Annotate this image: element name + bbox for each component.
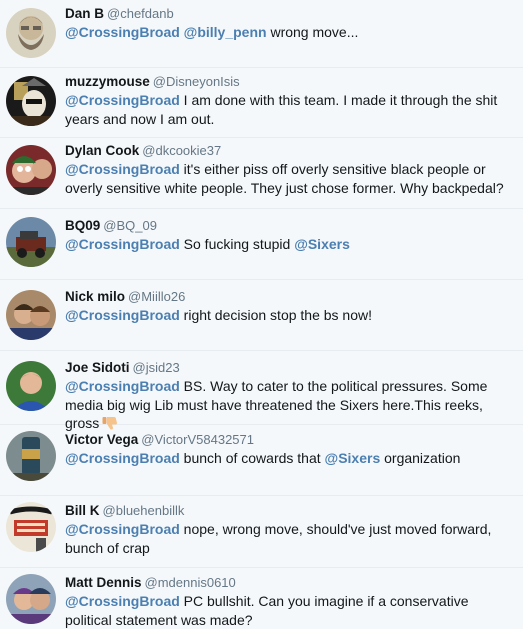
reply-body: wrong move... bbox=[266, 24, 359, 40]
mention-link[interactable]: @Sixers bbox=[294, 236, 350, 252]
reply-item[interactable]: BQ09 @BQ_09 @CrossingBroad So fucking stu… bbox=[0, 209, 523, 280]
author-handle[interactable]: @mdennis0610 bbox=[145, 575, 236, 590]
reply-text: @CrossingBroad I am done with this team.… bbox=[65, 91, 513, 128]
masked-figure-avatar[interactable] bbox=[6, 76, 56, 126]
reply-item[interactable]: muzzymouse @DisneyonIsis @CrossingBroad I… bbox=[0, 68, 523, 138]
author-name[interactable]: Dan B bbox=[65, 6, 104, 21]
author-handle[interactable]: @Miillo26 bbox=[128, 289, 185, 304]
author-handle[interactable]: @jsid23 bbox=[133, 360, 180, 375]
reply-item[interactable]: Nick milo @Miillo26 @CrossingBroad right … bbox=[0, 280, 523, 351]
mention-link[interactable]: @CrossingBroad bbox=[65, 236, 180, 252]
author-name[interactable]: Victor Vega bbox=[65, 432, 138, 447]
reply-item[interactable]: Bill K @bluehenbillk @CrossingBroad nope,… bbox=[0, 496, 523, 568]
group-selfie-avatar[interactable] bbox=[6, 145, 56, 195]
author-handle[interactable]: @bluehenbillk bbox=[103, 503, 185, 518]
reply-body: So fucking stupid bbox=[179, 236, 295, 252]
reply-text: @CrossingBroad bunch of cowards that @Si… bbox=[65, 449, 513, 468]
reply-text: @CrossingBroad right decision stop the b… bbox=[65, 306, 513, 325]
author-name[interactable]: Joe Sidoti bbox=[65, 360, 130, 375]
jeep-avatar[interactable] bbox=[6, 217, 56, 267]
mention-link[interactable]: @CrossingBroad bbox=[65, 450, 180, 466]
reply-item[interactable]: Victor Vega @VictorV58432571 @CrossingBro… bbox=[0, 425, 523, 496]
mention-link[interactable]: @CrossingBroad bbox=[65, 92, 180, 108]
mention-link[interactable]: @billy_penn bbox=[184, 24, 267, 40]
author-name[interactable]: Bill K bbox=[65, 503, 100, 518]
author-handle[interactable]: @chefdanb bbox=[107, 6, 174, 21]
reply-feed: Dan B @chefdanb @CrossingBroad @billy_pen… bbox=[0, 0, 523, 629]
reply-text: @CrossingBroad So fucking stupid @Sixers bbox=[65, 235, 513, 254]
author-handle[interactable]: @dkcookie37 bbox=[142, 143, 221, 158]
author-handle[interactable]: @DisneyonIsis bbox=[153, 74, 240, 89]
yuengling-sign-avatar[interactable] bbox=[6, 502, 56, 552]
author-handle[interactable]: @VictorV58432571 bbox=[141, 432, 254, 447]
author-name[interactable]: BQ09 bbox=[65, 218, 100, 233]
couple-hats-avatar[interactable] bbox=[6, 574, 56, 624]
mention-link[interactable]: @CrossingBroad bbox=[65, 24, 180, 40]
reply-item[interactable]: Joe Sidoti @jsid23 @CrossingBroad BS. Way… bbox=[0, 351, 523, 431]
mention-link[interactable]: @CrossingBroad bbox=[65, 521, 180, 537]
bearded-man-sketch-avatar[interactable] bbox=[6, 8, 56, 58]
couple-photo-avatar[interactable] bbox=[6, 290, 56, 340]
man-blue-shirt-avatar[interactable] bbox=[6, 361, 56, 411]
reply-text: @CrossingBroad it's either piss off over… bbox=[65, 160, 513, 197]
reply-item[interactable]: Dan B @chefdanb @CrossingBroad @billy_pen… bbox=[0, 0, 523, 68]
author-name[interactable]: Dylan Cook bbox=[65, 143, 139, 158]
beer-can-avatar[interactable] bbox=[6, 431, 56, 481]
mention-link[interactable]: @CrossingBroad bbox=[65, 593, 180, 609]
mention-link[interactable]: @CrossingBroad bbox=[65, 161, 180, 177]
reply-item[interactable]: Matt Dennis @mdennis0610 @CrossingBroad P… bbox=[0, 568, 523, 629]
mention-link[interactable]: @CrossingBroad bbox=[65, 307, 180, 323]
reply-text: @CrossingBroad PC bullshit. Can you imag… bbox=[65, 592, 513, 629]
reply-text: @CrossingBroad nope, wrong move, should'… bbox=[65, 520, 513, 557]
reply-body: bunch of cowards that bbox=[179, 450, 325, 466]
reply-item[interactable]: Dylan Cook @dkcookie37 @CrossingBroad it'… bbox=[0, 138, 523, 209]
reply-body: organization bbox=[380, 450, 461, 466]
author-handle[interactable]: @BQ_09 bbox=[103, 218, 157, 233]
author-name[interactable]: muzzymouse bbox=[65, 74, 150, 89]
reply-text: @CrossingBroad @billy_penn wrong move... bbox=[65, 23, 513, 42]
mention-link[interactable]: @CrossingBroad bbox=[65, 378, 180, 394]
reply-body: right decision stop the bs now! bbox=[179, 307, 373, 323]
mention-link[interactable]: @Sixers bbox=[325, 450, 381, 466]
author-name[interactable]: Matt Dennis bbox=[65, 575, 142, 590]
author-name[interactable]: Nick milo bbox=[65, 289, 125, 304]
